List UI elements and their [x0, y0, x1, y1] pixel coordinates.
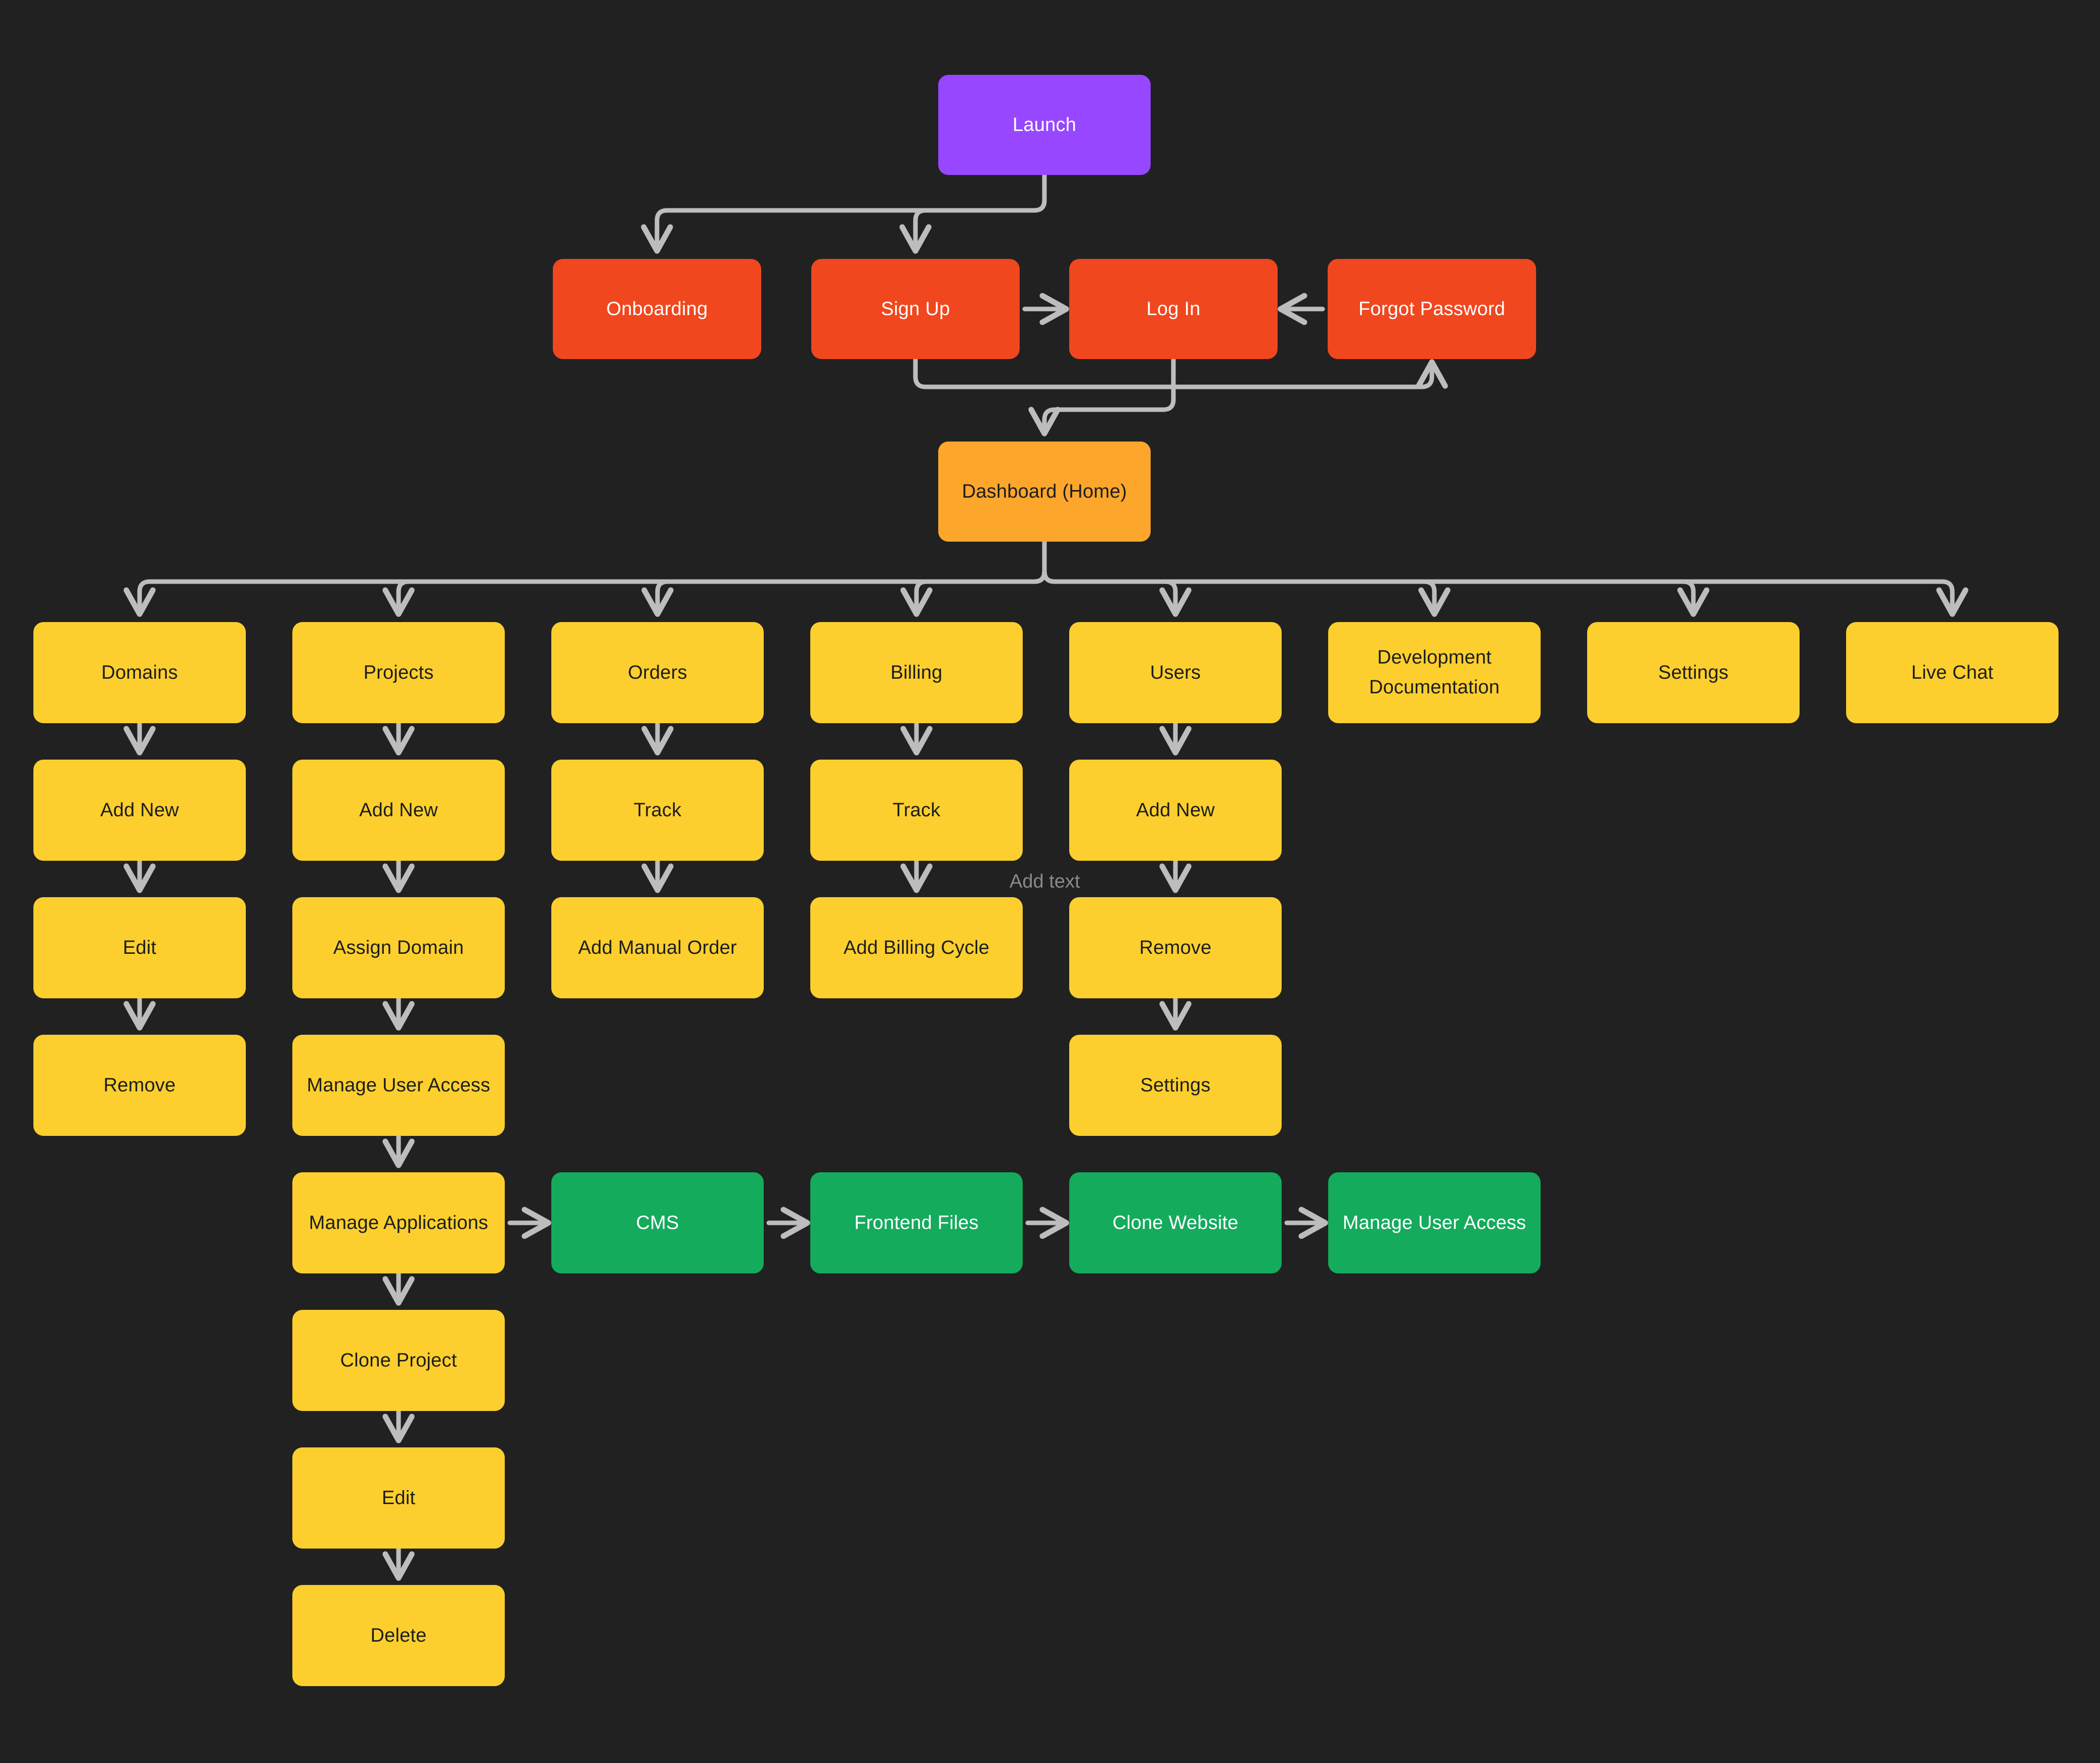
node-settings-main[interactable]: Settings — [1587, 622, 1800, 723]
node-label-bill-track: Track — [892, 799, 941, 821]
node-signup[interactable]: Sign Up — [811, 259, 1020, 359]
node-proj-delete[interactable]: Delete — [292, 1585, 505, 1686]
node-livechat[interactable]: Live Chat — [1846, 622, 2059, 723]
node-label-dom-remove: Remove — [103, 1074, 176, 1096]
node-proj-assign[interactable]: Assign Domain — [292, 897, 505, 998]
node-label-dashboard: Dashboard (Home) — [961, 480, 1127, 502]
node-label-frontend: Frontend Files — [854, 1212, 979, 1233]
node-label-usr-add: Add New — [1136, 799, 1215, 821]
node-usr-remove[interactable]: Remove — [1069, 897, 1282, 998]
node-ord-manual[interactable]: Add Manual Order — [551, 897, 764, 998]
node-label-signup: Sign Up — [881, 298, 950, 320]
node-projects[interactable]: Projects — [292, 622, 505, 723]
node-usr-settings[interactable]: Settings — [1069, 1035, 1282, 1136]
node-label-forgotpw: Forgot Password — [1358, 298, 1506, 320]
node-usr-add[interactable]: Add New — [1069, 760, 1282, 861]
node-label-billing: Billing — [890, 662, 943, 683]
node-label-users: Users — [1150, 662, 1201, 683]
node-billing[interactable]: Billing — [810, 622, 1023, 723]
node-domains[interactable]: Domains — [33, 622, 246, 723]
node-proj-access[interactable]: Manage User Access — [292, 1035, 505, 1136]
node-label-proj-apps: Manage Applications — [309, 1212, 489, 1233]
node-label-settings-main: Settings — [1658, 662, 1729, 683]
node-label-bill-cycle: Add Billing Cycle — [843, 937, 990, 958]
node-label-proj-clone: Clone Project — [340, 1349, 457, 1371]
node-label-livechat: Live Chat — [1911, 662, 1994, 683]
node-label-usr-settings: Settings — [1140, 1074, 1211, 1096]
node-dom-edit[interactable]: Edit — [33, 897, 246, 998]
node-forgotpw[interactable]: Forgot Password — [1328, 259, 1536, 359]
node-label-proj-assign: Assign Domain — [333, 937, 464, 958]
node-label-ord-track: Track — [633, 799, 682, 821]
node-cms[interactable]: CMS — [551, 1172, 764, 1273]
node-label-usr-remove: Remove — [1139, 937, 1212, 958]
node-proj-apps[interactable]: Manage Applications — [292, 1172, 505, 1273]
node-devdocs[interactable]: Development Documentation — [1328, 622, 1541, 723]
node-ord-track[interactable]: Track — [551, 760, 764, 861]
node-label-proj-delete: Delete — [370, 1624, 427, 1646]
node-label-projects: Projects — [363, 662, 434, 683]
node-frontend[interactable]: Frontend Files — [810, 1172, 1023, 1273]
node-label-launch: Launch — [1013, 114, 1076, 136]
node-label-proj-edit: Edit — [381, 1487, 416, 1509]
node-dashboard[interactable]: Dashboard (Home) — [938, 442, 1151, 542]
node-label-ord-manual: Add Manual Order — [578, 937, 737, 958]
node-label-login: Log In — [1146, 298, 1201, 320]
add-text-placeholder[interactable]: Add text — [1010, 871, 1080, 893]
node-onboarding[interactable]: Onboarding — [553, 259, 761, 359]
node-label-green-access: Manage User Access — [1342, 1212, 1526, 1233]
node-launch[interactable]: Launch — [938, 75, 1151, 175]
node-label-cms: CMS — [636, 1212, 679, 1233]
node-label-domains: Domains — [101, 662, 178, 683]
node-label-proj-add: Add New — [359, 799, 438, 821]
node-bill-cycle[interactable]: Add Billing Cycle — [810, 897, 1023, 998]
node-proj-edit[interactable]: Edit — [292, 1447, 505, 1549]
node-green-access[interactable]: Manage User Access — [1328, 1172, 1541, 1273]
node-login[interactable]: Log In — [1069, 259, 1278, 359]
node-users[interactable]: Users — [1069, 622, 1282, 723]
node-clonesite[interactable]: Clone Website — [1069, 1172, 1282, 1273]
node-label-devdocs: Development Documentation — [1369, 647, 1500, 698]
node-orders[interactable]: Orders — [551, 622, 764, 723]
node-dom-add[interactable]: Add New — [33, 760, 246, 861]
node-dom-remove[interactable]: Remove — [33, 1035, 246, 1136]
flowchart-canvas: Launch Onboarding Sign Up Log In Forgot Pass… — [0, 0, 2100, 1763]
node-label-onboarding: Onboarding — [606, 298, 708, 320]
node-bill-track[interactable]: Track — [810, 760, 1023, 861]
node-label-clonesite: Clone Website — [1112, 1212, 1239, 1233]
node-label-proj-access: Manage User Access — [307, 1074, 491, 1096]
node-label-dom-edit: Edit — [122, 937, 157, 958]
node-label-dom-add: Add New — [100, 799, 179, 821]
node-proj-clone[interactable]: Clone Project — [292, 1310, 505, 1411]
node-label-orders: Orders — [628, 662, 687, 683]
node-proj-add[interactable]: Add New — [292, 760, 505, 861]
